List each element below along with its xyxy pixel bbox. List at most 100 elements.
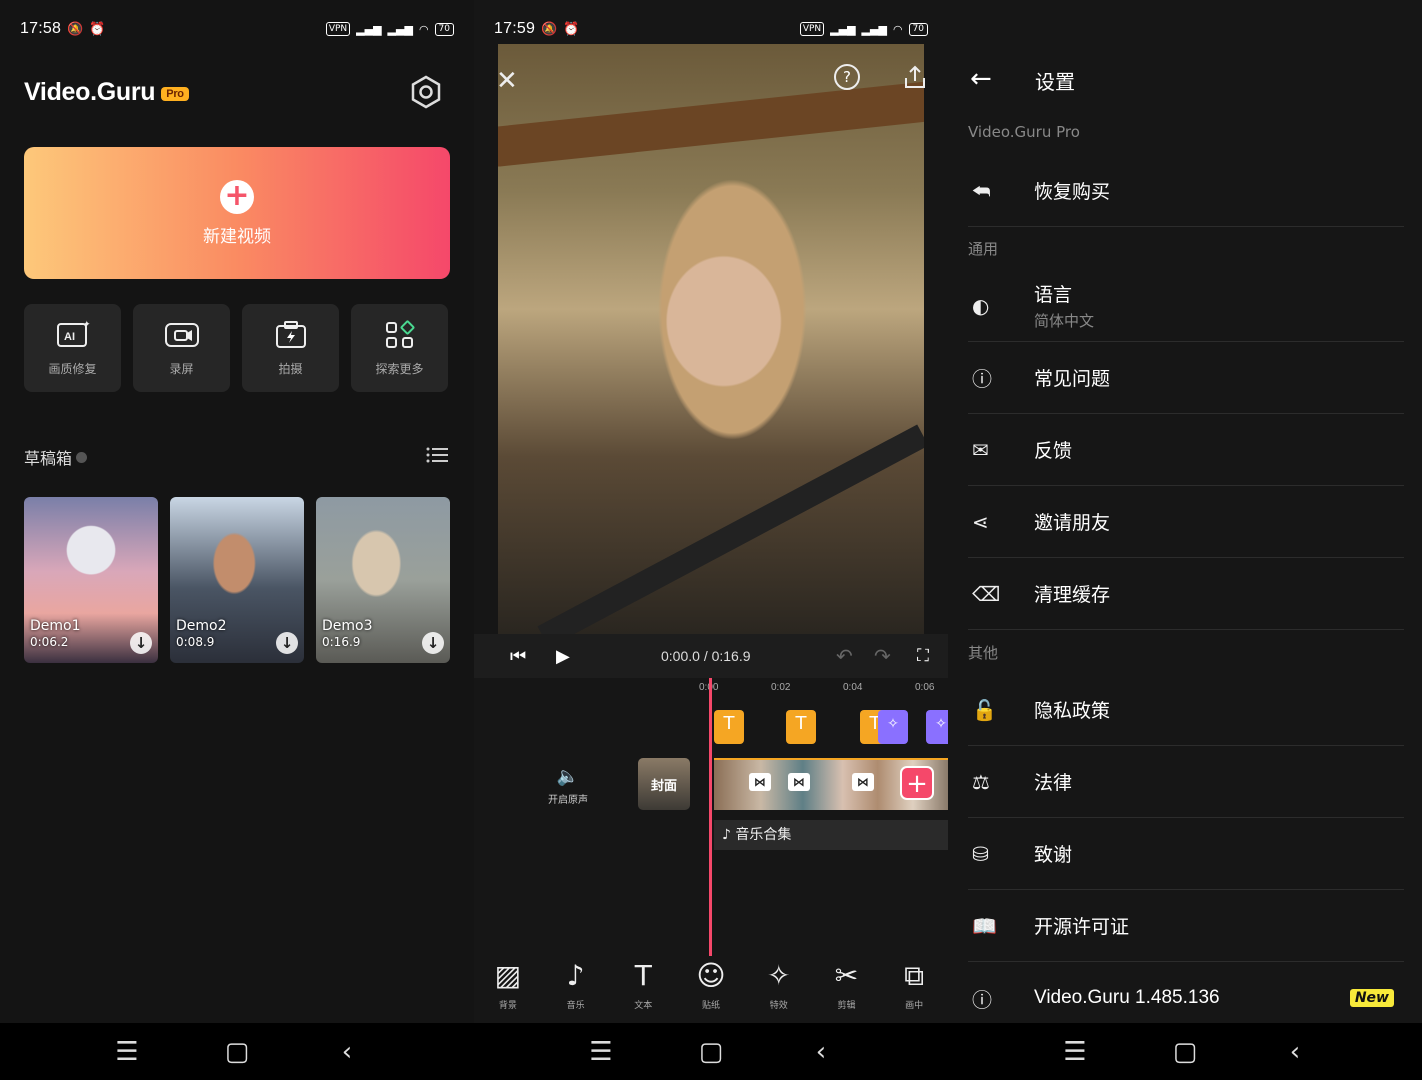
book-icon: 📖 — [972, 913, 997, 938]
playback-time: 0:00.0 / 0:16.9 — [661, 648, 751, 664]
transition-icon[interactable]: ⋈ — [788, 773, 810, 791]
back-nav-icon[interactable]: ‹ — [806, 1037, 836, 1067]
system-nav-bar: ☰ ▢ ‹ — [948, 1023, 1422, 1080]
draft-duration: 0:06.2 — [30, 635, 69, 649]
ruler-tick: 0:04 — [843, 682, 863, 693]
settings-item-open-source[interactable]: 📖 开源许可证 — [968, 890, 1404, 962]
settings-item-label: 语言 — [1034, 284, 1073, 306]
effect-track-marker[interactable]: ✧ — [926, 710, 948, 744]
settings-item-feedback[interactable]: ✉ 反馈 — [968, 414, 1404, 486]
tool-label: 音乐 — [566, 1001, 585, 1011]
settings-item-label: 恢复购买 — [1034, 181, 1111, 203]
svg-text:AI: AI — [64, 331, 75, 343]
tool-cut[interactable]: ✂ 剪辑 — [813, 956, 881, 1022]
menu-nav-icon[interactable]: ☰ — [586, 1037, 616, 1067]
undo-icon[interactable]: ↶ — [836, 644, 853, 668]
tool-background[interactable]: ▨ 背景 — [474, 956, 542, 1022]
info-icon[interactable] — [76, 452, 88, 463]
draft-item[interactable]: Demo3 0:16.9 ↓ — [316, 497, 450, 663]
quick-action-enhance[interactable]: AI ✦ 画质修复 — [24, 304, 121, 392]
cut-icon: ✂ — [834, 959, 859, 992]
draft-duration: 0:16.9 — [322, 635, 361, 649]
help-icon[interactable]: ? — [834, 64, 860, 90]
back-arrow-icon[interactable]: ← — [970, 64, 992, 94]
draft-item[interactable]: Demo2 0:08.9 ↓ — [170, 497, 304, 663]
cover-button[interactable]: 封面 — [638, 758, 690, 810]
playhead[interactable] — [709, 678, 712, 956]
tool-label: 画中 — [905, 1001, 924, 1011]
alarm-icon: ⏰ — [563, 21, 580, 37]
list-view-icon[interactable] — [426, 446, 448, 464]
home-nav-icon[interactable]: ▢ — [222, 1037, 252, 1067]
vpn-indicator: VPN — [799, 22, 825, 36]
settings-item-restore-purchase[interactable]: ⮪ 恢复购买 — [968, 155, 1404, 227]
original-audio-label: 开启原声 — [548, 795, 588, 806]
coin-stack-icon: ⛁ — [972, 841, 989, 866]
settings-item-thanks[interactable]: ⛁ 致谢 — [968, 818, 1404, 890]
mute-icon: 🔕 — [67, 21, 84, 37]
new-badge: New — [1349, 989, 1394, 1007]
new-video-button[interactable]: + 新建视频 — [24, 147, 450, 279]
close-icon[interactable]: ✕ — [496, 66, 518, 96]
download-icon[interactable]: ↓ — [276, 632, 298, 654]
transition-icon[interactable]: ⋈ — [852, 773, 874, 791]
skip-to-start-icon[interactable]: ⏮ — [510, 646, 526, 667]
settings-gear-icon[interactable] — [408, 74, 444, 110]
quick-action-screen-record[interactable]: 录屏 — [133, 304, 230, 392]
home-nav-icon[interactable]: ▢ — [1170, 1037, 1200, 1067]
download-icon[interactable]: ↓ — [422, 632, 444, 654]
tool-sticker[interactable]: ☺ 贴纸 — [677, 956, 745, 1022]
tool-label: 文本 — [634, 1001, 653, 1011]
draft-duration: 0:08.9 — [176, 635, 215, 649]
original-audio-toggle[interactable]: 🔈 开启原声 — [538, 766, 598, 806]
fullscreen-icon[interactable]: ⛶ — [917, 646, 929, 666]
status-time: 17:59 — [494, 20, 536, 37]
menu-nav-icon[interactable]: ☰ — [1060, 1037, 1090, 1067]
draft-item[interactable]: Demo1 0:06.2 ↓ — [24, 497, 158, 663]
effect-track-marker[interactable]: ✧ — [878, 710, 908, 744]
text-track-marker[interactable]: T — [714, 710, 744, 744]
settings-item-privacy[interactable]: 🔓 隐私政策 — [968, 674, 1404, 746]
text-track-marker[interactable]: T — [786, 710, 816, 744]
settings-item-language[interactable]: ◐ 语言 简体中文 — [968, 270, 1404, 342]
download-icon[interactable]: ↓ — [130, 632, 152, 654]
draft-name: Demo2 — [176, 618, 227, 634]
tool-effects[interactable]: ✧ 特效 — [745, 956, 813, 1022]
settings-item-label: 反馈 — [1034, 440, 1073, 462]
tool-label: 贴纸 — [702, 1001, 721, 1011]
settings-item-faq[interactable]: ⓘ 常见问题 — [968, 342, 1404, 414]
settings-item-label: 常见问题 — [1034, 368, 1111, 390]
tool-music[interactable]: ♪ 音乐 — [542, 956, 610, 1022]
play-icon[interactable]: ▶ — [556, 646, 570, 667]
transition-icon[interactable]: ⋈ — [749, 773, 771, 791]
settings-item-legal[interactable]: ⚖ 法律 — [968, 746, 1404, 818]
add-clip-button[interactable]: + — [900, 766, 934, 800]
settings-item-invite[interactable]: ⋖ 邀请朋友 — [968, 486, 1404, 558]
drafts-title: 草稿箱 — [24, 445, 88, 469]
export-share-icon[interactable] — [902, 64, 928, 90]
screen-record-icon — [164, 322, 199, 347]
system-nav-bar: ☰ ▢ ‹ — [474, 1023, 948, 1080]
music-track[interactable]: ♪ 音乐合集 — [714, 820, 948, 850]
tool-pip[interactable]: ⧉ 画中 — [880, 956, 948, 1022]
video-preview[interactable] — [498, 44, 924, 634]
back-nav-icon[interactable]: ‹ — [332, 1037, 362, 1067]
pro-badge: Pro — [161, 87, 189, 101]
quick-action-explore[interactable]: 探索更多 — [351, 304, 448, 392]
quick-action-camera[interactable]: 拍摄 — [242, 304, 339, 392]
language-value: 简体中文 — [1034, 312, 1095, 330]
music-track-label: 音乐合集 — [735, 827, 792, 843]
camera-icon — [275, 320, 306, 348]
redo-icon[interactable]: ↷ — [874, 644, 891, 668]
menu-nav-icon[interactable]: ☰ — [112, 1037, 142, 1067]
preview-image-detail — [537, 424, 924, 634]
tool-text[interactable]: T 文本 — [609, 956, 677, 1022]
drafts-list: Demo1 0:06.2 ↓ Demo2 0:08.9 ↓ Demo3 0:16… — [24, 497, 450, 663]
settings-item-clear-cache[interactable]: ⌫ 清理缓存 — [968, 558, 1404, 630]
home-nav-icon[interactable]: ▢ — [696, 1037, 726, 1067]
back-nav-icon[interactable]: ‹ — [1280, 1037, 1310, 1067]
settings-screen: ← 设置 Video.Guru Pro ⮪ 恢复购买 通用 ◐ 语言 简体中文 … — [948, 0, 1422, 1080]
vpn-indicator: VPN — [325, 22, 351, 36]
draft-name: Demo3 — [322, 618, 373, 634]
info-circle-icon: ⓘ — [972, 987, 992, 1012]
